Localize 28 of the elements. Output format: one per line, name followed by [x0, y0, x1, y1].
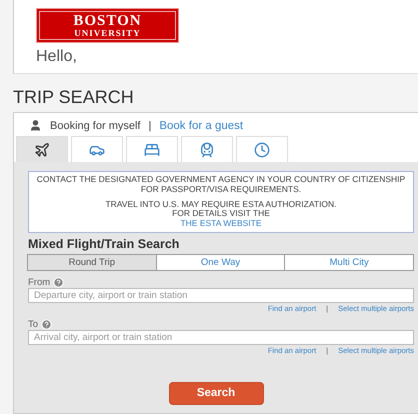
guest-link[interactable]: Book for a guest: [159, 120, 244, 132]
bed-icon: [144, 142, 160, 158]
page-title: TRIP SEARCH: [13, 86, 135, 109]
notice-text: CONTACT THE DESIGNATED GOVERNMENT AGENCY IN YOUR COUNTRY OF CITIZENSHIP FOR PASSPORT/VISA REQUIREMENTS.: [36, 175, 406, 195]
clock-icon: [254, 142, 270, 158]
trip-type-option[interactable]: Multi City: [284, 254, 414, 271]
help-icon[interactable]: [53, 276, 64, 288]
notice-text: FOR DETAILS VISIT THE: [171, 209, 271, 220]
trip-type-option[interactable]: One Way: [156, 254, 286, 271]
field-label: From: [28, 276, 50, 288]
trip-type-option[interactable]: Round Trip: [27, 254, 157, 271]
input-field[interactable]: Arrival city, airport or train station: [28, 330, 414, 345]
person-icon: [29, 119, 42, 132]
booking-label: Booking for myself: [50, 120, 140, 132]
logo-text: UNIVERSITY: [74, 28, 141, 38]
help-icon[interactable]: [41, 318, 52, 330]
section-title: Mixed Flight/Train Search: [28, 236, 180, 251]
esta-link[interactable]: THE ESTA WEBSITE: [180, 218, 262, 228]
search-button[interactable]: Search: [168, 382, 264, 405]
travel-tab[interactable]: [16, 136, 68, 162]
plane-icon: [34, 142, 50, 158]
greeting: Hello,: [36, 48, 78, 66]
field-label: To: [28, 318, 38, 330]
train-icon: [199, 142, 215, 158]
logo-text: BOSTON: [73, 14, 142, 28]
input-field[interactable]: Departure city, airport or train station: [28, 288, 414, 303]
separator: |: [148, 120, 152, 132]
notice-text: TRAVEL INTO U.S. MAY REQUIRE ESTA AUTHORIZATION.: [104, 200, 338, 210]
